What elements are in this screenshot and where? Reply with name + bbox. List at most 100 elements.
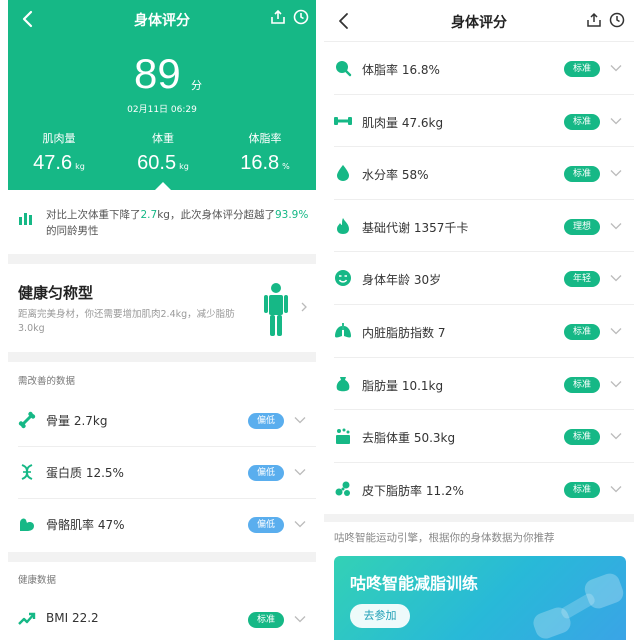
status-badge: 标准 (564, 481, 600, 498)
lean-body-icon (336, 428, 350, 445)
item-label: 身体年龄 30岁 (362, 273, 442, 288)
chevron-down-icon[interactable] (610, 222, 622, 230)
item-label: 骨骼肌率 47% (46, 518, 125, 532)
weight-change: 2.7 (140, 209, 158, 221)
list-item[interactable]: 骨骼肌率 47% 偏低 (8, 499, 316, 551)
healthy-section-heading: 健康数据 (18, 575, 57, 586)
dna-icon (21, 464, 33, 480)
list-item[interactable]: 水分率 58% 标准 (324, 147, 634, 200)
chevron-down-icon[interactable] (610, 327, 622, 335)
metric-unit: kg (179, 162, 189, 171)
item-label: 脂肪量 10.1kg (362, 378, 444, 393)
promo-title: 咕咚智能减脂训练 (350, 574, 479, 593)
metric-label: 体重 (152, 132, 174, 145)
chevron-down-icon[interactable] (294, 416, 306, 424)
left-screen: 身体评分 89 分 02月11日 06:29 肌肉量 47.6 kg 体重 60.… (8, 0, 316, 640)
dumbbell-icon (334, 116, 352, 125)
chevron-down-icon[interactable] (294, 520, 306, 528)
item-label: 骨量 2.7kg (46, 414, 108, 428)
section-divider (8, 352, 316, 362)
chevron-down-icon[interactable] (294, 468, 306, 476)
smiley-icon (335, 270, 351, 287)
item-label: 肌肉量 47.6kg (362, 115, 444, 130)
section-divider (324, 514, 634, 522)
share-icon[interactable] (586, 12, 602, 28)
metric-value: 16.8 (240, 152, 280, 174)
status-badge: 标准 (564, 324, 600, 340)
selected-pointer (155, 182, 171, 190)
metric-label: 体脂率 (248, 132, 282, 145)
right-screen: 身体评分 体脂率 16.8% 标准 肌肉量 47.6kg 标准 水分率 58% … (324, 0, 634, 640)
promo-banner[interactable]: 咕咚智能减脂训练 去参加 (334, 556, 626, 640)
chevron-down-icon[interactable] (610, 274, 622, 282)
metric-weight: 体重 60.5 kg (118, 130, 208, 175)
list-item[interactable]: 蛋白质 12.5% 偏低 (8, 447, 316, 499)
list-item[interactable]: BMI 22.2 标准 (8, 594, 316, 640)
list-item[interactable]: 去脂体重 50.3kg 标准 (324, 410, 634, 463)
metric-label: 肌肉量 (42, 132, 76, 145)
score-header: 身体评分 89 分 02月11日 06:29 肌肉量 47.6 kg 体重 60.… (8, 0, 316, 190)
share-icon[interactable] (270, 9, 286, 25)
status-badge: 标准 (564, 376, 600, 393)
join-button[interactable]: 去参加 (350, 604, 410, 628)
list-item[interactable]: 脂肪量 10.1kg 标准 (324, 358, 634, 411)
score-unit: 分 (191, 79, 202, 92)
item-label: 基础代谢 1357千卡 (362, 220, 469, 235)
body-score: 89 (134, 50, 181, 97)
item-label: 去脂体重 50.3kg (362, 431, 456, 446)
status-badge: 偏低 (248, 413, 284, 429)
body-type-description: 距离完美身材，你还需要增加肌肉2.4kg，减少脂肪3.0kg (18, 309, 235, 334)
flame-icon (337, 217, 349, 234)
metric-value: 47.6 (33, 152, 73, 174)
fat-drop-icon (336, 61, 352, 77)
chevron-down-icon[interactable] (610, 485, 622, 493)
body-type-title: 健康匀称型 (18, 284, 94, 302)
chevron-down-icon[interactable] (610, 380, 622, 388)
bone-icon (18, 411, 36, 429)
item-label: 体脂率 16.8% (362, 63, 440, 77)
item-label: 皮下脂肪率 11.2% (362, 483, 464, 498)
subcutaneous-fat-icon (335, 481, 350, 496)
list-item[interactable]: 基础代谢 1357千卡 理想 (324, 200, 634, 253)
list-item[interactable]: 肌肉量 47.6kg 标准 (324, 95, 634, 148)
chevron-down-icon[interactable] (294, 615, 306, 623)
status-badge: 理想 (564, 218, 600, 235)
metric-unit: kg (75, 162, 85, 171)
top-bar: 身体评分 (324, 0, 634, 42)
chevron-down-icon[interactable] (610, 117, 622, 125)
status-badge: 标准 (564, 61, 600, 77)
list-item[interactable]: 体脂率 16.8% 标准 (324, 42, 634, 95)
metric-unit: % (282, 162, 290, 171)
body-type-card[interactable]: 健康匀称型 距离完美身材，你还需要增加肌肉2.4kg，减少脂肪3.0kg (8, 268, 316, 348)
item-label: 蛋白质 12.5% (46, 466, 124, 480)
chevron-down-icon[interactable] (610, 64, 622, 72)
status-badge: 年轻 (564, 271, 600, 288)
water-drop-icon (337, 165, 349, 182)
list-item[interactable]: 身体年龄 30岁 年轻 (324, 252, 634, 305)
dumbbell-illustration-icon (533, 573, 624, 639)
item-label: 水分率 58% (362, 168, 429, 183)
chevron-right-icon (301, 302, 307, 312)
muscle-arm-icon (20, 518, 34, 531)
chevron-down-icon[interactable] (610, 432, 622, 440)
metric-value: 60.5 (137, 152, 177, 174)
comparison-summary: 对比上次体重下降了2.7kg，此次身体评分超越了93.9%的同龄男性 (8, 200, 316, 250)
item-label: 内脏脂肪指数 7 (362, 326, 446, 340)
status-badge: 标准 (564, 429, 600, 446)
list-item[interactable]: 骨量 2.7kg 偏低 (8, 395, 316, 447)
comparison-text: 对比上次体重下降了2.7kg，此次身体评分超越了93.9%的同龄男性 (46, 209, 309, 237)
list-item[interactable]: 内脏脂肪指数 7 标准 (324, 305, 634, 358)
recommend-note: 咕咚智能运动引擎，根据你的身体数据为你推荐 (334, 532, 555, 544)
improve-section-heading: 需改善的数据 (18, 376, 76, 387)
measure-date: 02月11日 06:29 (127, 105, 197, 115)
chevron-down-icon[interactable] (610, 169, 622, 177)
clock-icon[interactable] (609, 12, 625, 28)
clock-icon[interactable] (293, 9, 309, 25)
list-item[interactable]: 皮下脂肪率 11.2% 标准 (324, 463, 634, 516)
trend-up-icon (18, 612, 36, 625)
metric-muscle: 肌肉量 47.6 kg (14, 130, 104, 175)
person-icon (264, 283, 288, 336)
status-badge: 标准 (564, 113, 600, 130)
lungs-icon (335, 323, 351, 338)
section-divider (8, 254, 316, 264)
